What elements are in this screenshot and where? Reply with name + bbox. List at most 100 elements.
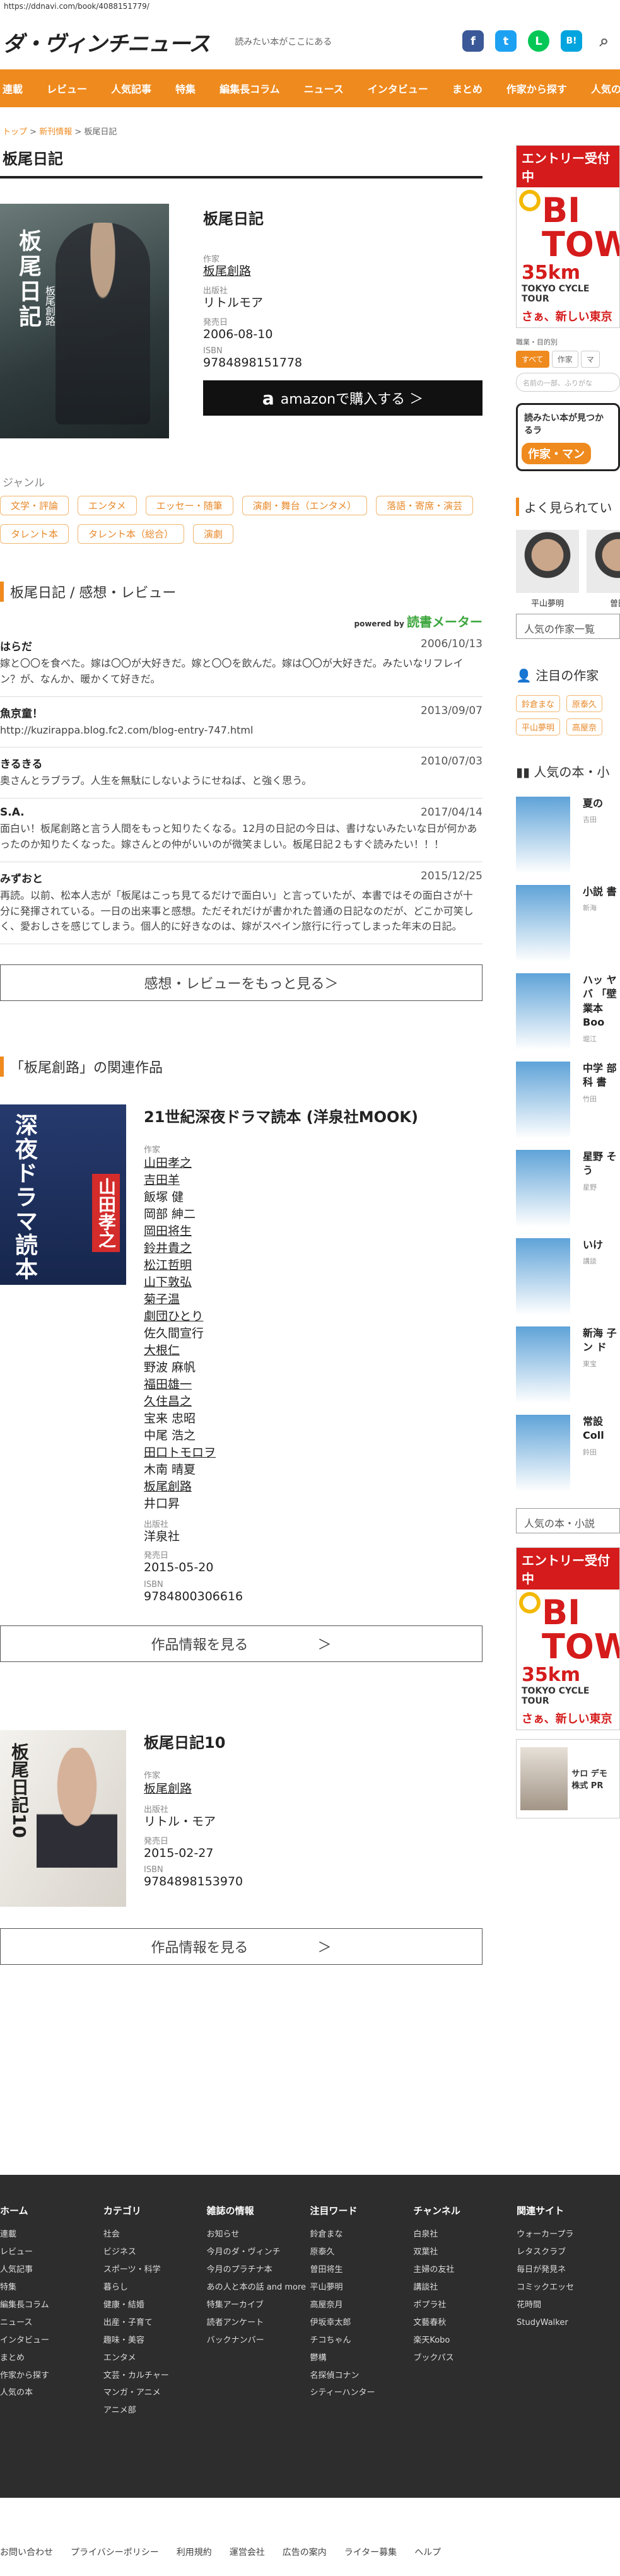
- popular-book[interactable]: 星野 そう 星野: [516, 1150, 620, 1238]
- nav-item[interactable]: まとめ: [452, 81, 483, 96]
- footer-link[interactable]: バックナンバー: [207, 2332, 310, 2350]
- footer-link[interactable]: お知らせ: [207, 2226, 310, 2244]
- author-name[interactable]: 菊子温: [144, 1291, 418, 1308]
- review-user[interactable]: S.A.: [0, 806, 25, 819]
- footer-link[interactable]: エンタメ: [103, 2350, 207, 2367]
- footer-link[interactable]: 名探偵コナン: [310, 2367, 413, 2385]
- author-card[interactable]: 曽田: [587, 530, 620, 609]
- review-user[interactable]: みずおと: [0, 870, 43, 886]
- footer-link[interactable]: 双葉社: [413, 2244, 517, 2261]
- related-cover[interactable]: 深夜ドラマ読本 山田孝之: [0, 1104, 126, 1285]
- footer-link[interactable]: インタビュー: [0, 2332, 103, 2350]
- genre-tag[interactable]: タレント本（総合）: [78, 524, 185, 544]
- popular-book[interactable]: 夏の 吉田: [516, 797, 620, 885]
- ad-banner-cycle-tour[interactable]: エントリー受付中 BI TOW 35km TOKYO CYCLE TOUR さぁ…: [516, 1547, 620, 1730]
- footer-link[interactable]: マンガ・アニメ: [103, 2384, 207, 2402]
- popular-book[interactable]: 常設 Coll 鈴田: [516, 1415, 620, 1503]
- footer-heading[interactable]: 関連サイト: [517, 2204, 620, 2217]
- nav-item[interactable]: 人気の本: [591, 81, 620, 96]
- featured-tag[interactable]: 鈴倉まな: [516, 695, 561, 712]
- footer-link[interactable]: 文芸・カルチャー: [103, 2367, 207, 2385]
- hatena-icon[interactable]: B!: [561, 30, 582, 52]
- work-info-button[interactable]: 作品情報を見る ＞: [0, 1625, 483, 1662]
- footer-link[interactable]: 読者アンケート: [207, 2314, 310, 2332]
- footer-link[interactable]: StudyWalker: [517, 2314, 620, 2332]
- genre-tag[interactable]: 落語・寄席・演芸: [376, 496, 474, 515]
- author-name[interactable]: 鈴井貴之: [144, 1240, 418, 1257]
- footer-link[interactable]: 社会: [103, 2226, 207, 2244]
- related-title[interactable]: 21世紀深夜ドラマ読本 (洋泉社MOOK): [144, 1104, 418, 1127]
- featured-tag[interactable]: 原泰久: [566, 695, 603, 712]
- footer-link[interactable]: 文藝春秋: [413, 2314, 517, 2332]
- search-tab[interactable]: 作家: [551, 351, 578, 368]
- author-link[interactable]: 板尾創路: [203, 264, 483, 279]
- popular-book[interactable]: いけ 講談: [516, 1238, 620, 1326]
- work-info-button[interactable]: 作品情報を見る ＞: [0, 1928, 483, 1965]
- nav-item[interactable]: 特集: [175, 81, 196, 96]
- url-bar[interactable]: https://ddnavi.com/book/4088151779/: [0, 0, 620, 14]
- breadcrumb-top[interactable]: トップ: [3, 127, 27, 137]
- related-cover[interactable]: 板尾日記10: [0, 1730, 126, 1907]
- footer-link[interactable]: コミックエッセ: [517, 2279, 620, 2297]
- footer-link[interactable]: 高屋奈月: [310, 2297, 413, 2314]
- genre-tag[interactable]: 演劇: [193, 524, 234, 544]
- footer-heading[interactable]: チャンネル: [413, 2204, 517, 2217]
- author-name[interactable]: 田口トモロヲ: [144, 1444, 418, 1461]
- line-icon[interactable]: L: [528, 30, 549, 52]
- popular-book[interactable]: ハッ ヤバ 「壁 業本 Boo 堀江: [516, 973, 620, 1062]
- footer-bottom-link[interactable]: 運営会社: [230, 2546, 265, 2576]
- genre-tag[interactable]: 演劇・舞台（エンタメ）: [242, 496, 368, 515]
- author-name[interactable]: 板尾創路: [144, 1478, 418, 1496]
- footer-link[interactable]: 楽天Kobo: [413, 2332, 517, 2350]
- featured-tag[interactable]: 高屋奈: [566, 718, 603, 735]
- search-icon[interactable]: ⌕: [594, 30, 615, 52]
- footer-link[interactable]: ウォーカープラ: [517, 2226, 620, 2244]
- footer-bottom-link[interactable]: プライバシーポリシー: [71, 2546, 159, 2576]
- footer-link[interactable]: チコちゃん: [310, 2332, 413, 2350]
- author-search-input[interactable]: 名前の一部、ふりがな: [516, 373, 620, 392]
- footer-heading[interactable]: カテゴリ: [103, 2204, 207, 2217]
- ad-banner-salon[interactable]: サロ デモ 株式 PR: [516, 1739, 620, 1818]
- twitter-icon[interactable]: t: [495, 30, 517, 52]
- footer-link[interactable]: 健康・結婚: [103, 2297, 207, 2314]
- nav-item[interactable]: レビュー: [47, 81, 87, 96]
- author-name[interactable]: 山下敦弘: [144, 1274, 418, 1291]
- search-tab[interactable]: マ: [580, 351, 600, 368]
- footer-link[interactable]: あの人と本の話 and more: [207, 2279, 310, 2297]
- footer-link[interactable]: 人気の本: [0, 2384, 103, 2402]
- popular-book[interactable]: 中学 部科 書竹田: [516, 1062, 620, 1150]
- author-name[interactable]: 福田雄一: [144, 1376, 418, 1393]
- book-ranking-link[interactable]: 人気の本・小説: [516, 1508, 620, 1533]
- footer-link[interactable]: まとめ: [0, 2350, 103, 2367]
- footer-bottom-link[interactable]: お問い合わせ: [0, 2546, 53, 2576]
- footer-link[interactable]: シティーハンター: [310, 2384, 413, 2402]
- footer-link[interactable]: スポーツ・科学: [103, 2261, 207, 2279]
- review-user[interactable]: 魚京童！: [0, 705, 43, 720]
- author-name[interactable]: 松江哲明: [144, 1257, 418, 1274]
- footer-link[interactable]: 特集アーカイブ: [207, 2297, 310, 2314]
- nav-item[interactable]: 作家から探す: [506, 81, 567, 96]
- footer-link[interactable]: 今月のダ・ヴィンチ: [207, 2244, 310, 2261]
- footer-bottom-link[interactable]: 利用規約: [177, 2546, 212, 2576]
- footer-link[interactable]: 平山夢明: [310, 2279, 413, 2297]
- footer-link[interactable]: ビジネス: [103, 2244, 207, 2261]
- footer-bottom-link[interactable]: ライター募集: [344, 2546, 397, 2576]
- author-name[interactable]: 板尾創路: [144, 1781, 243, 1798]
- footer-link[interactable]: 伊坂幸太郎: [310, 2314, 413, 2332]
- genre-tag[interactable]: エンタメ: [78, 496, 137, 515]
- footer-link[interactable]: 暮らし: [103, 2279, 207, 2297]
- footer-link[interactable]: レタスクラブ: [517, 2244, 620, 2261]
- footer-link[interactable]: 主婦の友社: [413, 2261, 517, 2279]
- breadcrumb-new[interactable]: 新刊情報: [39, 127, 72, 137]
- nav-item[interactable]: 連載: [3, 81, 23, 96]
- footer-link[interactable]: 編集長コラム: [0, 2297, 103, 2314]
- footer-heading[interactable]: ホーム: [0, 2204, 103, 2217]
- author-name[interactable]: 岡田将生: [144, 1223, 418, 1240]
- search-tab[interactable]: すべて: [516, 351, 549, 368]
- footer-link[interactable]: 鬱構: [310, 2350, 413, 2367]
- ad-banner-search[interactable]: 読みたい本が見つかるラ 作家・マン: [516, 403, 620, 471]
- author-name[interactable]: 大根仁: [144, 1342, 418, 1359]
- genre-tag[interactable]: タレント本: [0, 524, 69, 544]
- amazon-buy-button[interactable]: a amazonで購入する ＞: [203, 380, 483, 416]
- author-name[interactable]: 劇団ひとり: [144, 1308, 418, 1325]
